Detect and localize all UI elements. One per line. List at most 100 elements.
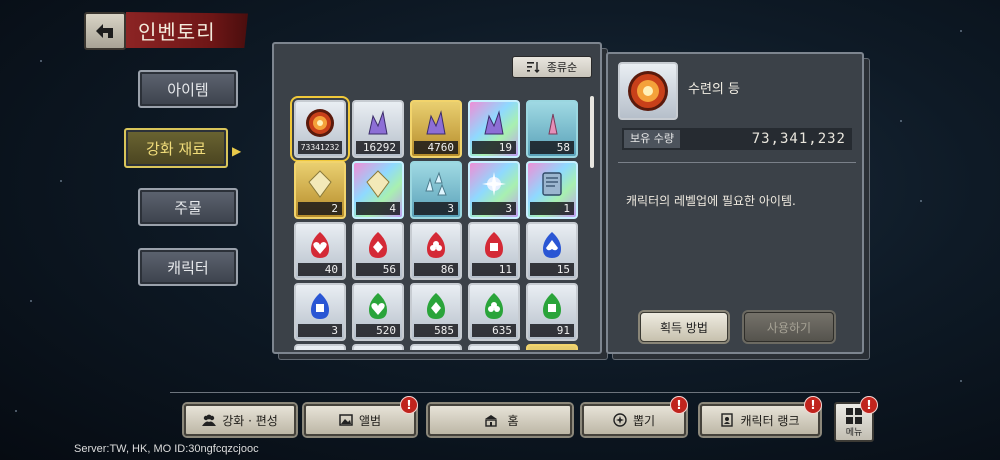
sort-icon [526,62,540,73]
inventory-item-slot[interactable]: 2 [294,161,346,219]
menu-alert-badge: ! [860,396,878,414]
training-lamp-icon [628,71,668,111]
home-icon [485,415,498,427]
nav-home-button[interactable]: 홈 [428,404,572,436]
inventory-item-slot[interactable] [468,344,520,350]
inventory-item-slot[interactable]: 86 [410,222,462,280]
shards-icon [425,171,447,196]
inventory-item-slot[interactable] [410,344,462,350]
back-button[interactable] [84,12,126,50]
nav-label: 앨범 [358,413,382,428]
red-diamond-flame-icon [369,232,387,258]
item-count: 1 [530,202,574,215]
item-count: 56 [356,263,400,276]
sort-label: 종류순 [546,61,578,74]
tab-enhance-materials[interactable]: 강화 재료 [124,128,228,168]
rank-alert-badge: ! [804,396,822,414]
inventory-item-slot[interactable]: 58 [526,100,578,158]
tab-items[interactable]: 아이템 [138,70,238,108]
inventory-item-slot[interactable] [294,344,346,350]
item-count: 86 [414,263,458,276]
use-button[interactable]: 사용하기 [744,312,834,342]
inventory-item-slot[interactable] [352,344,404,350]
book-icon [542,172,562,196]
item-count: 2 [298,202,342,215]
item-count: 635 [472,324,516,337]
nav-label: 캐릭터 랭크 [740,413,800,428]
people-icon [202,414,217,426]
item-count: 58 [530,141,574,154]
item-grid: 73341232 16292 4760 19 58 2 4 3 3 1 40 56 86 11 15 3 520… [288,92,588,350]
item-count: 15 [530,263,574,276]
nav-label: 뽑기 [632,413,656,428]
green-diamond-flame-icon [427,293,445,319]
server-info: Server:TW, HK, MO ID:30ngfcqzcjooc [74,443,259,455]
album-alert-badge: ! [400,396,418,414]
crystal-icon [484,110,504,135]
item-count: 73341232 [298,141,342,154]
inventory-item-slot[interactable]: 635 [468,283,520,341]
tab-castings[interactable]: 주물 [138,188,238,226]
quantity-label: 보유 수량 [624,130,680,148]
blue-spade-flame-icon [543,232,561,258]
gacha-icon [613,413,627,427]
inventory-item-slot[interactable]: 16292 [352,100,404,158]
rank-icon [721,413,734,427]
inventory-item-slot[interactable]: 3 [294,283,346,341]
item-count: 40 [298,263,342,276]
tab-characters[interactable]: 캐릭터 [138,248,238,286]
quantity-row: 보유 수량 73,341,232 [622,128,852,150]
item-count: 4760 [414,141,458,154]
inventory-item-slot[interactable]: 520 [352,283,404,341]
item-count: 3 [414,202,458,215]
inventory-item-slot[interactable]: 40 [294,222,346,280]
inventory-item-slot[interactable]: 4760 [410,100,462,158]
item-count: 3 [298,324,342,337]
item-count: 585 [414,324,458,337]
inventory-item-slot[interactable]: 585 [410,283,462,341]
inventory-item-slot[interactable]: 56 [352,222,404,280]
crystal-icon [368,110,388,135]
detail-item-icon [618,62,678,120]
inventory-item-slot[interactable]: 4 [352,161,404,219]
inventory-item-slot[interactable]: 1 [526,161,578,219]
album-icon [339,414,353,426]
inventory-item-slot[interactable]: 11 [468,222,520,280]
inventory-item-slot[interactable]: 3 [468,161,520,219]
inventory-item-slot[interactable]: 15 [526,222,578,280]
green-square-flame-icon [543,293,561,319]
item-count: 520 [356,324,400,337]
nav-label: 강화 · 편성 [222,413,278,428]
back-arrow-icon [96,24,113,38]
nav-album-button[interactable]: 앨범 [304,404,416,436]
inventory-item-slot[interactable] [526,344,578,350]
shard-icon [548,113,558,135]
item-count: 11 [472,263,516,276]
item-name: 수련의 등 [688,82,740,97]
inventory-item-slot[interactable]: 91 [526,283,578,341]
item-count: 4 [356,202,400,215]
item-count: 16292 [356,141,400,154]
sort-button[interactable]: 종류순 [512,56,592,78]
inventory-item-slot[interactable]: 3 [410,161,462,219]
nav-character-rank-button[interactable]: 캐릭터 랭크 [700,404,820,436]
menu-label: 메뉴 [845,427,863,438]
crystal-icon [426,110,446,135]
obtain-method-button[interactable]: 획득 방법 [640,312,728,342]
nav-enhance-formation-button[interactable]: 강화 · 편성 [184,404,296,436]
flower-icon [482,172,506,196]
grid-scrollbar[interactable] [590,96,594,168]
green-club-flame-icon [485,293,503,319]
detail-divider [618,162,856,163]
item-count: 19 [472,141,516,154]
gem-icon [366,170,390,198]
item-count: 3 [472,202,516,215]
nav-label: 홈 [507,413,519,428]
training-lamp-icon [306,109,334,137]
inventory-item-slot[interactable]: 19 [468,100,520,158]
green-heart-flame-icon [369,293,387,319]
gem-icon [308,170,332,198]
inventory-item-slot[interactable]: 73341232 [290,96,350,162]
red-heart-flame-icon [311,232,329,258]
blue-square-flame-icon [311,293,329,319]
